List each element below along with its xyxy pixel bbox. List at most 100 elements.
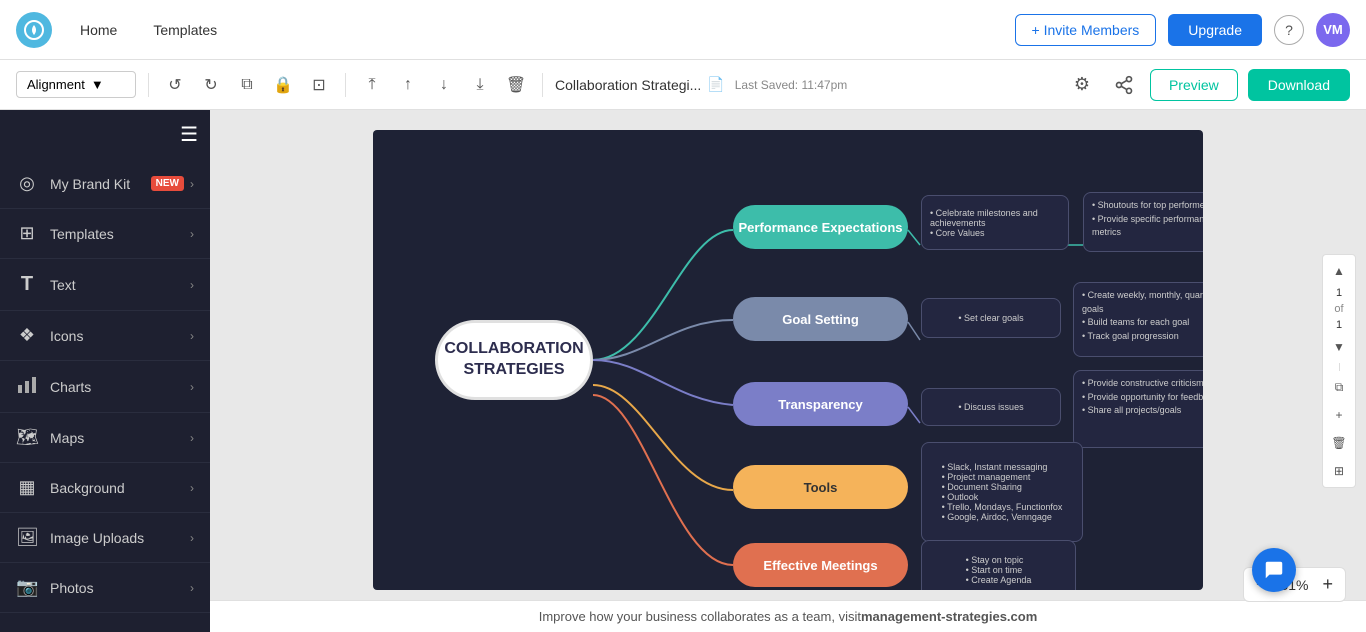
sub-transparency: • Discuss issues	[921, 388, 1061, 426]
send-backward-button[interactable]: ↓	[430, 71, 458, 99]
footer-text: Improve how your business collaborates a…	[539, 609, 861, 624]
delete-page-button[interactable]: 🗑	[1327, 431, 1351, 455]
scroll-controls: ▲ 1 of 1 ▼ ⧉ + 🗑 ⊞	[1322, 254, 1356, 488]
toolbar-divider-2	[345, 73, 346, 97]
scroll-down-button[interactable]: ▼	[1327, 335, 1351, 359]
avatar[interactable]: VM	[1316, 13, 1350, 47]
footer-link[interactable]: management-strategies.com	[861, 609, 1037, 624]
branch-goal: Goal Setting	[733, 297, 908, 341]
undo-button[interactable]: ↺	[161, 71, 189, 99]
interactive-icon	[16, 627, 38, 632]
charts-label: Charts	[50, 379, 91, 395]
sidebar-header: ☰	[0, 118, 210, 159]
toolbar-right: ⚙ Preview Download	[1066, 69, 1350, 101]
download-button[interactable]: Download	[1248, 69, 1350, 101]
sidebar-item-background[interactable]: ▦ Background ›	[0, 463, 210, 513]
chevron-icon: ›	[190, 581, 194, 595]
sub-meetings: • Stay on topic • Start on time • Create…	[921, 540, 1076, 590]
detail-transparency: • Provide constructive criticism • Provi…	[1073, 370, 1203, 448]
bring-to-front-button[interactable]: ⤒	[358, 71, 386, 99]
sidebar-item-templates[interactable]: ⊞ Templates ›	[0, 209, 210, 259]
page-current: 1	[1336, 287, 1342, 299]
detail-performance-text: • Shoutouts for top performers • Provide…	[1092, 199, 1203, 240]
central-node-text: COLLABORATIONSTRATEGIES	[444, 339, 583, 381]
background-label: Background	[50, 480, 125, 496]
scroll-up-button[interactable]: ▲	[1327, 259, 1351, 283]
detail-goal: • Create weekly, monthly, quarterly goal…	[1073, 282, 1203, 357]
copy-button[interactable]: ⧉	[233, 71, 261, 99]
sub-transparency-text: • Discuss issues	[958, 402, 1023, 412]
group-button[interactable]: ⊡	[305, 71, 333, 99]
zoom-in-button[interactable]: +	[1322, 574, 1333, 595]
chevron-icon: ›	[190, 380, 194, 394]
logo[interactable]	[16, 12, 52, 48]
icons-label: Icons	[50, 328, 83, 344]
delete-button[interactable]: 🗑	[502, 71, 530, 99]
sidebar-item-icons[interactable]: ❖ Icons ›	[0, 311, 210, 361]
sidebar-item-interactive[interactable]: Interactive ›	[0, 613, 210, 632]
brand-kit-label: My Brand Kit	[50, 176, 130, 192]
settings-button[interactable]: ⚙	[1066, 69, 1098, 101]
hamburger-menu-button[interactable]: ☰	[180, 122, 198, 147]
sidebar-item-charts[interactable]: Charts ›	[0, 361, 210, 413]
bring-forward-button[interactable]: ↑	[394, 71, 422, 99]
invite-members-button[interactable]: + Invite Members	[1015, 14, 1157, 46]
nav-right-area: + Invite Members Upgrade ? VM	[1015, 13, 1350, 47]
copy-page-button[interactable]: ⧉	[1327, 375, 1351, 399]
background-icon: ▦	[16, 477, 38, 498]
grid-view-button[interactable]: ⊞	[1327, 459, 1351, 483]
lock-button[interactable]: 🔒	[269, 71, 297, 99]
photos-label: Photos	[50, 580, 94, 596]
nav-templates[interactable]: Templates	[145, 18, 225, 42]
detail-performance: • Shoutouts for top performers • Provide…	[1083, 192, 1203, 252]
preview-button[interactable]: Preview	[1150, 69, 1238, 101]
canvas-container[interactable]: COLLABORATIONSTRATEGIES Performance Expe…	[210, 110, 1366, 600]
brand-kit-icon: ◎	[16, 173, 38, 194]
branch-performance-label: Performance Expectations	[738, 220, 902, 235]
share-button[interactable]	[1108, 69, 1140, 101]
toolbar: Alignment ▼ ↺ ↻ ⧉ 🔒 ⊡ ⤒ ↑ ↓ ⤓ 🗑 Collabor…	[0, 60, 1366, 110]
sidebar: ☰ ◎ My Brand Kit NEW › ⊞ Templates › T T…	[0, 110, 210, 632]
doc-title-icon: 📄	[707, 76, 724, 93]
branch-performance: Performance Expectations	[733, 205, 908, 249]
image-uploads-icon: 🖼	[16, 527, 38, 548]
sidebar-item-image-uploads[interactable]: 🖼 Image Uploads ›	[0, 513, 210, 563]
alignment-dropdown[interactable]: Alignment ▼	[16, 71, 136, 98]
chat-bubble-button[interactable]	[1252, 548, 1296, 592]
help-button[interactable]: ?	[1274, 15, 1304, 45]
central-node: COLLABORATIONSTRATEGIES	[435, 320, 593, 400]
canvas-area: COLLABORATIONSTRATEGIES Performance Expe…	[210, 110, 1366, 632]
toolbar-divider-1	[148, 73, 149, 97]
sidebar-item-photos[interactable]: 📷 Photos ›	[0, 563, 210, 613]
sub-tools: • Slack, Instant messaging • Project man…	[921, 442, 1083, 542]
chevron-icon: ›	[190, 329, 194, 343]
main-layout: ☰ ◎ My Brand Kit NEW › ⊞ Templates › T T…	[0, 110, 1366, 632]
send-to-back-button[interactable]: ⤓	[466, 71, 494, 99]
branch-meetings: Effective Meetings	[733, 543, 908, 587]
maps-icon: 🗺	[16, 427, 38, 448]
charts-icon	[16, 375, 38, 398]
text-label: Text	[50, 277, 76, 293]
redo-button[interactable]: ↻	[197, 71, 225, 99]
image-uploads-label: Image Uploads	[50, 530, 144, 546]
doc-title-text[interactable]: Collaboration Strategi...	[555, 77, 701, 93]
branch-tools: Tools	[733, 465, 908, 509]
document-title-area: Collaboration Strategi... 📄 Last Saved: …	[555, 76, 847, 93]
last-saved-text: Last Saved: 11:47pm	[735, 78, 848, 92]
chevron-icon: ›	[190, 531, 194, 545]
branch-meetings-label: Effective Meetings	[763, 558, 877, 573]
nav-home[interactable]: Home	[72, 18, 125, 42]
sidebar-item-maps[interactable]: 🗺 Maps ›	[0, 413, 210, 463]
top-navigation: Home Templates + Invite Members Upgrade …	[0, 0, 1366, 60]
sub-tools-text: • Slack, Instant messaging • Project man…	[942, 462, 1063, 522]
slide: COLLABORATIONSTRATEGIES Performance Expe…	[373, 130, 1203, 590]
sidebar-item-brand-kit[interactable]: ◎ My Brand Kit NEW ›	[0, 159, 210, 209]
branch-transparency-label: Transparency	[778, 397, 863, 412]
sidebar-item-text[interactable]: T Text ›	[0, 259, 210, 311]
canvas-footer: Improve how your business collaborates a…	[210, 600, 1366, 632]
page-of: of	[1334, 303, 1343, 315]
detail-goal-text: • Create weekly, monthly, quarterly goal…	[1082, 289, 1203, 343]
upgrade-button[interactable]: Upgrade	[1168, 14, 1262, 46]
add-page-button[interactable]: +	[1327, 403, 1351, 427]
page-total: 1	[1336, 319, 1342, 331]
